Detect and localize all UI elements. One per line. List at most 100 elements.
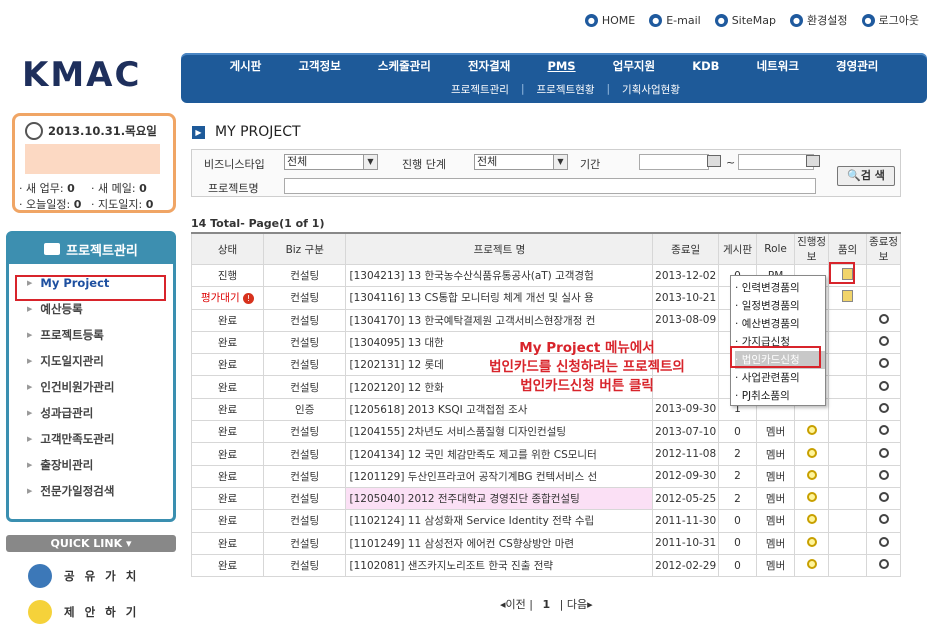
table-cell[interactable]: [1101249] 11 삼성전자 에어컨 CS향상방안 마련 <box>345 531 654 555</box>
progress-view-icon[interactable] <box>806 425 817 436</box>
sidebar-item[interactable]: ▶ 성과급관리 <box>9 400 173 426</box>
table-cell[interactable] <box>866 553 901 578</box>
close-info-icon[interactable] <box>878 492 889 503</box>
table-cell[interactable] <box>827 442 868 466</box>
table-cell[interactable] <box>794 442 829 466</box>
table-cell[interactable] <box>827 308 868 332</box>
table-cell[interactable] <box>866 531 901 555</box>
table-cell[interactable] <box>827 509 868 533</box>
table-cell[interactable] <box>827 353 868 377</box>
sidebar-item[interactable]: ▶ 프로젝트등록 <box>9 322 173 348</box>
popup-item[interactable]: · 사업관련품의 <box>735 369 825 387</box>
table-row[interactable]: 완료 컨설팅 [1204155] 2차년도 서비스품질형 디자인컨설팅 2013-07… <box>191 420 901 444</box>
popup-item[interactable]: · 일정변경품의 <box>735 297 825 315</box>
table-cell[interactable]: [1304116] 13 CS통합 모니터링 체계 개선 및 실사 용 <box>345 286 654 310</box>
table-cell[interactable] <box>827 553 868 578</box>
project-name-input[interactable] <box>284 178 816 194</box>
close-info-icon[interactable] <box>878 559 889 569</box>
gnb-item[interactable]: PMS <box>547 59 575 73</box>
period-start-input[interactable] <box>639 154 709 170</box>
sidebar-item[interactable]: ▶ 인건비원가관리 <box>9 374 173 400</box>
table-cell[interactable] <box>827 486 868 511</box>
table-row[interactable]: 완료 컨설팅 [1204134] 12 국민 체감만족도 제고를 위한 CS모니터 2… <box>191 442 901 466</box>
table-row[interactable]: 완료 컨설팅 [1201129] 두산인프라코어 공작기계BG 컨텍서비스 선 201… <box>191 464 901 488</box>
prev-page[interactable]: ◂이전 <box>500 598 526 611</box>
table-cell[interactable] <box>794 531 829 555</box>
progress-view-icon[interactable] <box>806 447 817 458</box>
quick-link-header[interactable]: QUICK LINK ▾ <box>6 535 176 552</box>
period-end-input[interactable] <box>738 154 814 170</box>
current-page[interactable]: 1 <box>542 598 550 611</box>
table-cell[interactable] <box>827 286 868 310</box>
table-cell[interactable] <box>866 286 901 310</box>
table-row[interactable]: 완료 컨설팅 [1205040] 2012 전주대학교 경영진단 종합컨설팅 2012… <box>191 486 901 511</box>
gnb-sub-item[interactable]: 프로젝트현황 <box>537 82 595 97</box>
progress-view-icon[interactable] <box>806 559 817 569</box>
next-page[interactable]: 다음▸ <box>567 598 593 611</box>
progress-view-icon[interactable] <box>806 514 817 525</box>
table-row[interactable]: 완료 컨설팅 [1102081] 샌즈카지노리조트 한국 진출 전략 2012-02-… <box>191 553 901 578</box>
table-cell[interactable] <box>866 308 901 332</box>
new-mail-stat[interactable]: · 새 메일: 0 <box>91 180 147 196</box>
table-cell[interactable]: [1102124] 11 삼성화재 Service Identity 전략 수립 <box>345 509 654 533</box>
new-task-stat[interactable]: · 새 업무: 0 <box>19 180 75 196</box>
table-cell[interactable]: [1205040] 2012 전주대학교 경영진단 종합컨설팅 <box>345 486 654 511</box>
sidebar-item[interactable]: ▶ 전문가일정검색 <box>9 478 173 504</box>
gnb-item[interactable]: 고객정보 <box>298 58 340 74</box>
table-row[interactable]: 완료 컨설팅 [1102124] 11 삼성화재 Service Identity … <box>191 509 901 533</box>
topmenu-logout[interactable]: ● 로그아웃 <box>861 12 919 28</box>
quick-link-proposal[interactable]: 제안하기 <box>28 600 146 624</box>
table-cell[interactable]: [1204155] 2차년도 서비스품질형 디자인컨설팅 <box>345 420 654 444</box>
stage-select[interactable]: 전체 ▼ <box>474 154 568 170</box>
table-cell[interactable] <box>794 509 829 533</box>
approval-doc-icon[interactable] <box>842 290 854 303</box>
table-cell[interactable] <box>866 375 901 399</box>
progress-view-icon[interactable] <box>806 536 817 547</box>
gnb-item[interactable]: KDB <box>692 59 719 73</box>
close-info-icon[interactable] <box>878 358 889 369</box>
table-cell[interactable] <box>794 420 829 444</box>
table-cell[interactable] <box>866 509 901 533</box>
gnb-item[interactable]: 업무지원 <box>613 58 655 74</box>
table-cell[interactable]: [1102081] 샌즈카지노리조트 한국 진출 전략 <box>345 553 654 578</box>
gnb-item[interactable]: 경영관리 <box>836 58 878 74</box>
table-row[interactable]: 완료 컨설팅 [1101249] 11 삼성전자 에어컨 CS향상방안 마련 2011… <box>191 531 901 555</box>
search-button[interactable]: 🔍검 색 <box>837 166 895 186</box>
close-info-icon[interactable] <box>878 536 889 547</box>
table-cell[interactable] <box>794 486 829 511</box>
topmenu-sitemap[interactable]: ● SiteMap <box>714 13 776 27</box>
table-cell[interactable] <box>794 553 829 578</box>
table-cell[interactable]: [1205618] 2013 KSQI 고객접점 조사 <box>345 397 654 422</box>
table-cell[interactable]: [1304213] 13 한국농수산식품유통공사(aT) 고객경험 <box>345 263 654 288</box>
table-cell[interactable] <box>827 420 868 444</box>
table-cell[interactable] <box>827 397 868 422</box>
close-info-icon[interactable] <box>878 425 889 436</box>
popup-item[interactable]: · 인력변경품의 <box>735 279 825 297</box>
table-cell[interactable] <box>866 263 901 288</box>
close-info-icon[interactable] <box>878 447 889 458</box>
table-cell[interactable] <box>866 353 901 377</box>
sidebar-item[interactable]: ▶ 지도일지관리 <box>9 348 173 374</box>
close-info-icon[interactable] <box>878 514 889 525</box>
gnb-item[interactable]: 스케줄관리 <box>378 58 431 74</box>
quick-link-share-value[interactable]: 공유가치 <box>28 564 146 588</box>
table-cell[interactable] <box>866 330 901 355</box>
table-cell[interactable] <box>866 486 901 511</box>
close-info-icon[interactable] <box>878 336 889 347</box>
progress-view-icon[interactable] <box>806 492 817 503</box>
today-schedule-stat[interactable]: · 오늘일정: 0 <box>19 196 81 212</box>
gnb-sub-item[interactable]: 기획사업현황 <box>622 82 680 97</box>
table-cell[interactable] <box>827 464 868 488</box>
table-cell[interactable] <box>827 330 868 355</box>
sidebar-item[interactable]: ▶ 출장비관리 <box>9 452 173 478</box>
popup-item[interactable]: · PJ취소품의 <box>735 387 825 405</box>
table-cell[interactable] <box>866 420 901 444</box>
table-cell[interactable]: [1204134] 12 국민 체감만족도 제고를 위한 CS모니터 <box>345 442 654 466</box>
topmenu-mail[interactable]: ● E-mail <box>649 13 701 27</box>
table-cell[interactable]: [1304170] 13 한국예탁결제원 고객서비스현장개정 컨 <box>345 308 654 332</box>
popup-item[interactable]: · 예산변경품의 <box>735 315 825 333</box>
table-cell[interactable] <box>866 397 901 422</box>
close-info-icon[interactable] <box>878 380 889 391</box>
table-cell[interactable]: [1201129] 두산인프라코어 공작기계BG 컨텍서비스 선 <box>345 464 654 488</box>
table-cell[interactable] <box>866 442 901 466</box>
